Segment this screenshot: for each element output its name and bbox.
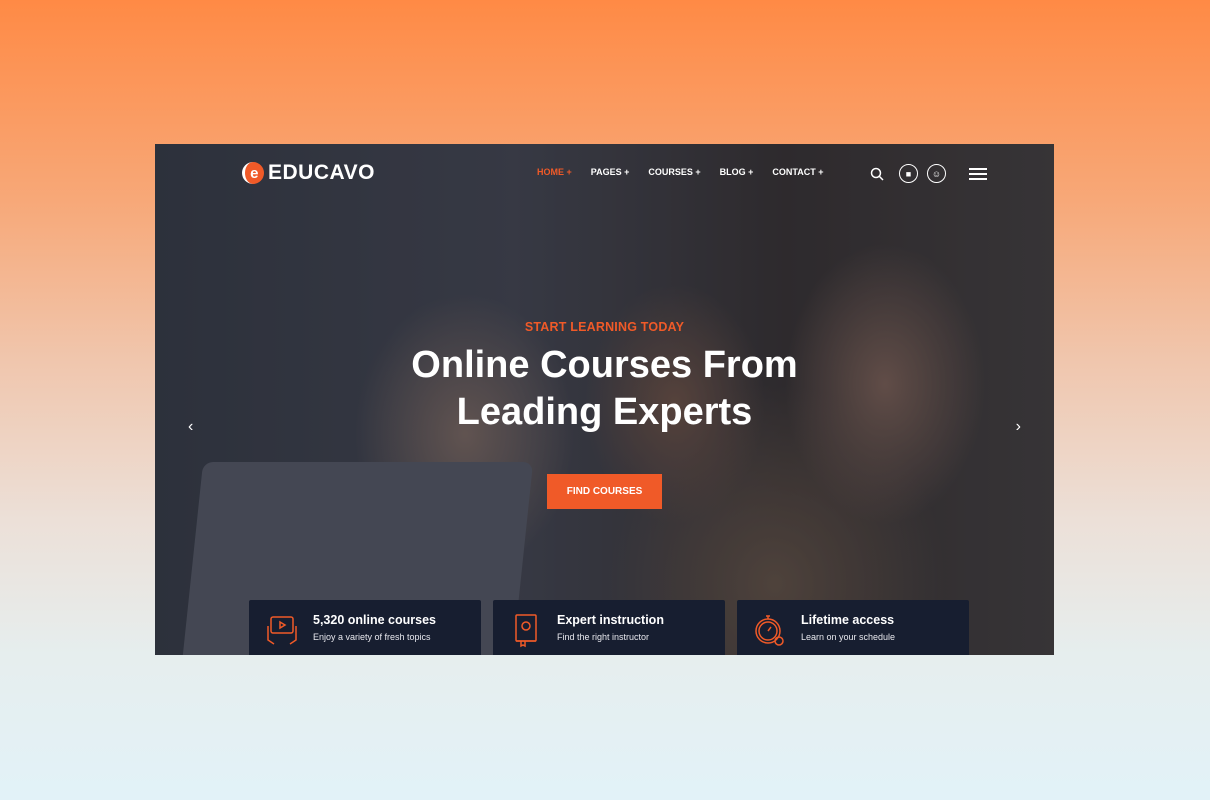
feature-subtitle: Enjoy a variety of fresh topics (313, 632, 431, 642)
hero-title-line2: Leading Experts (456, 391, 753, 433)
find-courses-button[interactable]: FIND COURSES (546, 474, 663, 509)
brand-name: EDUCAVO (268, 161, 375, 184)
nav-home[interactable]: HOME + (537, 167, 572, 177)
top-nav: e EDUCAVO HOME + PAGES + COURSES + BLOG +… (155, 144, 1054, 202)
hero-eyebrow: START LEARNING TODAY (524, 320, 685, 334)
book-gear-icon (515, 614, 537, 648)
hero-title-line1: Online Courses From (411, 344, 798, 386)
nav-contact[interactable]: CONTACT + (772, 167, 823, 177)
user-icon[interactable]: ☺ (927, 164, 946, 183)
hero-title: Online Courses From Leading Experts (155, 342, 1054, 436)
nav-courses[interactable]: COURSES + (648, 167, 700, 177)
feature-cards: 5,320 online courses Enjoy a variety of f… (249, 600, 969, 655)
tablet-video-icon (267, 616, 297, 645)
hero-slider: e EDUCAVO HOME + PAGES + COURSES + BLOG +… (155, 144, 1054, 655)
logo-icon: e (242, 162, 264, 184)
search-icon[interactable] (870, 167, 884, 181)
menu-icon[interactable] (969, 167, 987, 180)
nav-icons: ■ ☺ (870, 164, 987, 183)
main-menu: HOME + PAGES + COURSES + BLOG + CONTACT … (537, 167, 824, 177)
nav-blog[interactable]: BLOG + (720, 167, 754, 177)
feature-title: Lifetime access (801, 613, 895, 627)
hero-content: START LEARNING TODAY Online Courses From… (155, 320, 1054, 509)
logo[interactable]: e EDUCAVO (242, 161, 375, 185)
feature-card: Lifetime access Learn on your schedule (737, 600, 969, 655)
feature-title: Expert instruction (557, 613, 664, 627)
nav-pages[interactable]: PAGES + (591, 167, 630, 177)
feature-card: Expert instruction Find the right instruc… (493, 600, 725, 655)
feature-subtitle: Learn on your schedule (801, 632, 896, 642)
feature-card: 5,320 online courses Enjoy a variety of f… (249, 600, 481, 655)
cart-icon[interactable]: ■ (899, 164, 918, 183)
feature-subtitle: Find the right instructor (557, 632, 650, 642)
stopwatch-icon (755, 615, 784, 646)
feature-title: 5,320 online courses (313, 613, 436, 627)
